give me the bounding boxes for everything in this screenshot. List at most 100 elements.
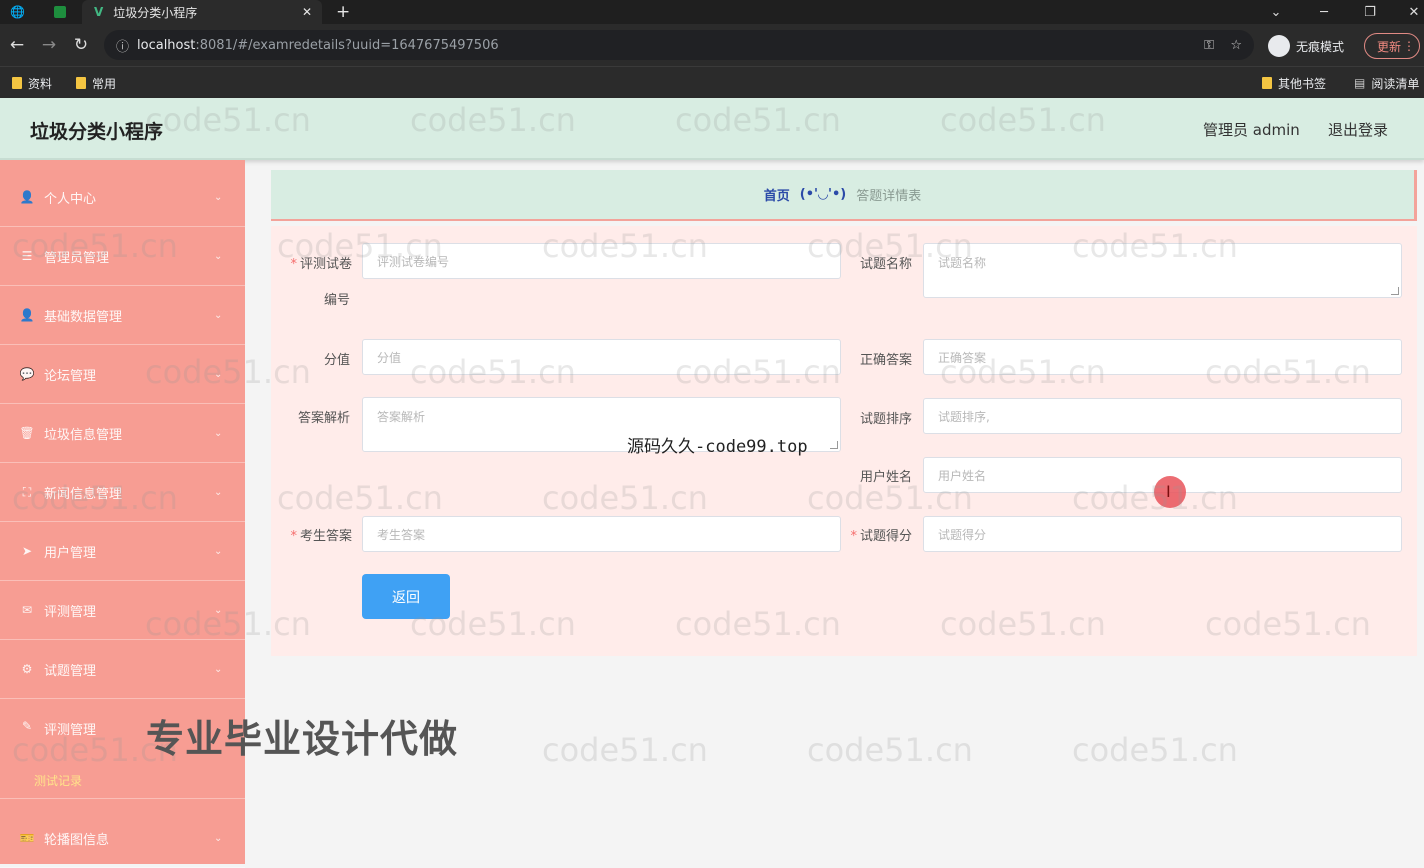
- url-field[interactable]: ⓘ localhost:8081/#/examredetails?uuid=16…: [104, 30, 1254, 60]
- url-host: localhost: [137, 37, 196, 53]
- chevron-down-icon[interactable]: ⌄: [1256, 0, 1296, 24]
- watermark: code51.cn: [1072, 731, 1238, 769]
- bookmark-folder-1[interactable]: 资料: [12, 67, 52, 99]
- address-bar-row: ← → ↻ ⓘ localhost:8081/#/examredetails?u…: [0, 24, 1424, 66]
- reload-icon[interactable]: ↻: [69, 33, 93, 57]
- key-icon[interactable]: ⚿: [1204, 38, 1214, 53]
- bookmark-folder-2[interactable]: 常用: [76, 67, 116, 99]
- back-icon[interactable]: ←: [5, 33, 29, 57]
- admin-label: 管理员 admin: [1203, 121, 1300, 139]
- sidebar-item-label: 个人中心: [44, 191, 97, 207]
- chevron-down-icon: ⌄: [214, 545, 223, 557]
- chat-icon: 💬: [19, 367, 35, 381]
- chevron-down-icon: ⌄: [214, 427, 223, 439]
- score-input[interactable]: 分值: [362, 339, 841, 375]
- sidebar-item-garbage[interactable]: 🗑 垃圾信息管理 ⌄: [0, 404, 245, 463]
- overlay-caption-ad: 专业毕业设计代做: [146, 717, 459, 761]
- bookmarks-bar: 资料 常用 其他书签 ▤ 阅读清单: [0, 66, 1424, 98]
- sidebar-item-evaluation[interactable]: ✉ 评测管理 ⌄: [0, 581, 245, 640]
- news-icon: ⛶: [22, 484, 32, 499]
- sidebar-subitem-test-records[interactable]: 测试记录: [34, 772, 82, 789]
- sidebar-item-label: 评测管理: [44, 604, 97, 620]
- order-input[interactable]: 试题排序,: [923, 398, 1402, 434]
- resize-handle-icon[interactable]: [830, 441, 838, 449]
- resize-handle-icon[interactable]: [1391, 287, 1399, 295]
- incognito-icon: [1268, 35, 1290, 57]
- bookmark-label: 其他书签: [1278, 76, 1327, 91]
- sidebar-item-carousel[interactable]: 🎫 轮播图信息 ⌄: [0, 809, 245, 868]
- star-icon[interactable]: ☆: [1230, 38, 1242, 53]
- student-answer-label: * 考生答案: [290, 529, 352, 544]
- chevron-down-icon: ⌄: [214, 832, 223, 844]
- question-name-textarea[interactable]: 试题名称: [923, 243, 1402, 298]
- app-header: 垃圾分类小程序 管理员 admin 退出登录: [0, 98, 1424, 160]
- app-title: 垃圾分类小程序: [30, 121, 164, 143]
- sidebar-item-news[interactable]: ⛶ 新闻信息管理 ⌄: [0, 463, 245, 522]
- new-tab-icon[interactable]: +: [336, 0, 352, 24]
- sidebar-item-forum[interactable]: 💬 论坛管理 ⌄: [0, 345, 245, 404]
- student-answer-input[interactable]: 考生答案: [362, 516, 841, 552]
- url-path: :8081/#/examredetails?uuid=1647675497506: [195, 37, 499, 53]
- incognito-indicator[interactable]: 无痕模式: [1268, 33, 1344, 59]
- sidebar-item-label: 试题管理: [44, 663, 97, 679]
- user-icon: 👤: [19, 190, 35, 204]
- question-score-input[interactable]: 试题得分: [923, 516, 1402, 552]
- watermark: code51.cn: [542, 731, 708, 769]
- sidebar-item-label: 基础数据管理: [44, 309, 123, 325]
- sidebar-item-label: 新闻信息管理: [44, 486, 123, 502]
- watermark: code51.cn: [807, 731, 973, 769]
- close-tab-icon[interactable]: ✕: [302, 5, 312, 19]
- sidebar-item-label: 评测管理: [44, 723, 97, 738]
- close-window-icon[interactable]: ✕: [1394, 0, 1424, 24]
- sheet-tab-icon[interactable]: [54, 0, 70, 24]
- ticket-icon: 🎫: [19, 831, 35, 845]
- breadcrumb-current: 答题详情表: [856, 189, 922, 204]
- folder-icon: [12, 77, 22, 89]
- chevron-down-icon: ⌄: [214, 663, 223, 675]
- sidebar-item-users[interactable]: ➤ 用户管理 ⌄: [0, 522, 245, 581]
- chevron-down-icon: ⌄: [214, 191, 223, 203]
- active-tab[interactable]: V 垃圾分类小程序 ✕: [82, 0, 322, 24]
- username-label: 用户姓名: [859, 470, 912, 485]
- minimize-icon[interactable]: ─: [1304, 0, 1344, 24]
- sidebar-item-admin[interactable]: ☰ 管理员管理 ⌄: [0, 227, 245, 286]
- question-name-label: 试题名称: [859, 257, 912, 272]
- sidebar-item-basic-data[interactable]: 👤 基础数据管理 ⌄: [0, 286, 245, 345]
- chevron-down-icon: ⌄: [214, 309, 223, 321]
- correct-answer-input[interactable]: 正确答案: [923, 339, 1402, 375]
- reading-list[interactable]: ▤ 阅读清单: [1354, 67, 1419, 99]
- sidebar-item-profile[interactable]: 👤 个人中心 ⌄: [0, 168, 245, 227]
- question-name-placeholder: 试题名称: [938, 256, 987, 270]
- exam-paper-label-line2: 编号: [323, 293, 350, 308]
- sidebar-item-label: 管理员管理: [44, 250, 110, 266]
- chevron-down-icon: ⌄: [214, 486, 223, 498]
- globe-icon[interactable]: 🌐: [10, 0, 38, 24]
- gear-icon: ⚙: [21, 662, 33, 676]
- restore-icon[interactable]: ❐: [1350, 0, 1390, 24]
- exam-paper-input[interactable]: 评测试卷编号: [362, 243, 841, 279]
- more-icon[interactable]: ⋮: [1403, 39, 1415, 53]
- score-label: 分值: [323, 353, 350, 368]
- bookmark-label: 常用: [92, 76, 117, 91]
- send-icon: ➤: [21, 544, 33, 558]
- breadcrumb: 首页 (•'◡'•) 答题详情表: [271, 170, 1417, 221]
- forward-icon[interactable]: →: [37, 33, 61, 57]
- breadcrumb-home[interactable]: 首页: [764, 185, 790, 204]
- bookmark-label: 资料: [28, 76, 53, 91]
- trash-icon: 🗑: [19, 426, 35, 440]
- sidebar-item-questions[interactable]: ⚙ 试题管理 ⌄: [0, 640, 245, 699]
- folder-icon: [76, 77, 86, 89]
- chevron-down-icon: ⌄: [214, 368, 223, 380]
- logout-link[interactable]: 退出登录: [1328, 119, 1388, 140]
- sidebar-item-label: 用户管理: [44, 545, 97, 561]
- back-button[interactable]: 返回: [362, 574, 450, 619]
- tab-title: 垃圾分类小程序: [113, 5, 198, 20]
- update-button[interactable]: 更新 ⋮: [1364, 33, 1420, 59]
- bookmark-other[interactable]: 其他书签: [1262, 67, 1326, 99]
- folder-icon: [1262, 77, 1272, 89]
- pen-icon: ✎: [21, 719, 33, 733]
- list-icon: ☰: [21, 249, 33, 263]
- breadcrumb-separator: (•'◡'•): [799, 187, 847, 202]
- info-icon[interactable]: ⓘ: [116, 36, 129, 55]
- reading-list-icon: ▤: [1354, 76, 1366, 90]
